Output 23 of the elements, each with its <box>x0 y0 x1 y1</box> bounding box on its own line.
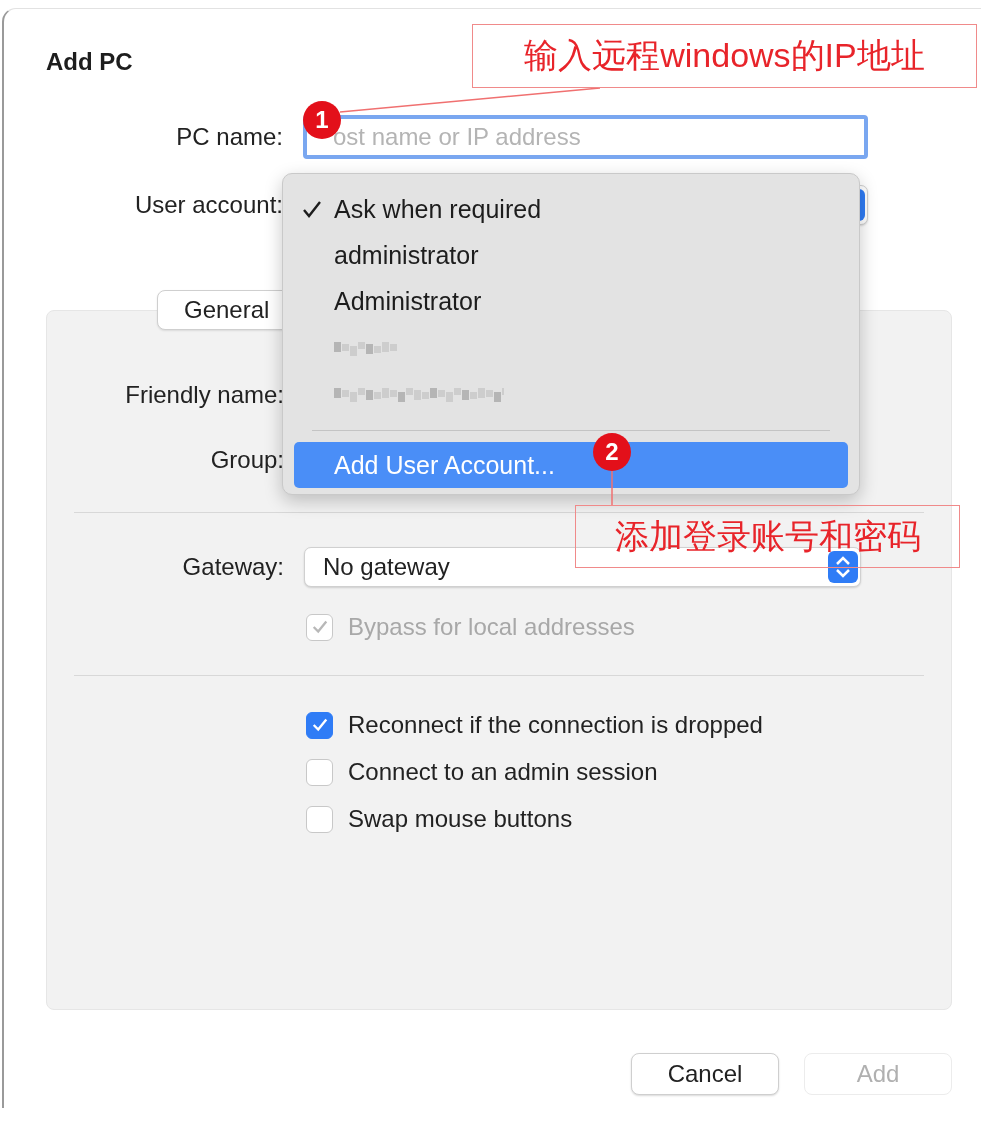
menu-item[interactable]: administrator <box>294 232 848 278</box>
field-label: PC name: <box>175 123 283 151</box>
dialog-button[interactable]: Cancel <box>631 1053 779 1095</box>
annotation-tooltip: 添加登录账号和密码 <box>575 505 960 568</box>
window-title: Add PC <box>46 50 133 74</box>
checkbox[interactable] <box>306 805 333 833</box>
checkbox[interactable] <box>306 758 333 786</box>
checkbox[interactable] <box>306 711 333 739</box>
field-label: Group: <box>209 446 284 474</box>
field-label: User account: <box>133 191 283 219</box>
checkbox-label: Reconnect if the connection is dropped <box>348 711 763 739</box>
checkmark-icon <box>310 618 329 636</box>
field-label: Gateway: <box>181 552 284 581</box>
checkmark-icon <box>302 199 322 219</box>
menu-item[interactable]: Ask when required <box>294 186 848 232</box>
annotation-tooltip: 输入远程windows的IP地址 <box>472 24 977 88</box>
checkbox-label: Connect to an admin session <box>348 758 658 786</box>
field-label: Friendly name: <box>124 381 284 409</box>
checkmark-icon <box>310 716 329 734</box>
menu-item[interactable]: Administrator <box>294 278 848 324</box>
checkbox-label: Bypass for local addresses <box>348 613 635 641</box>
checkbox-label: Swap mouse buttons <box>348 805 573 833</box>
leader-line <box>611 470 613 506</box>
